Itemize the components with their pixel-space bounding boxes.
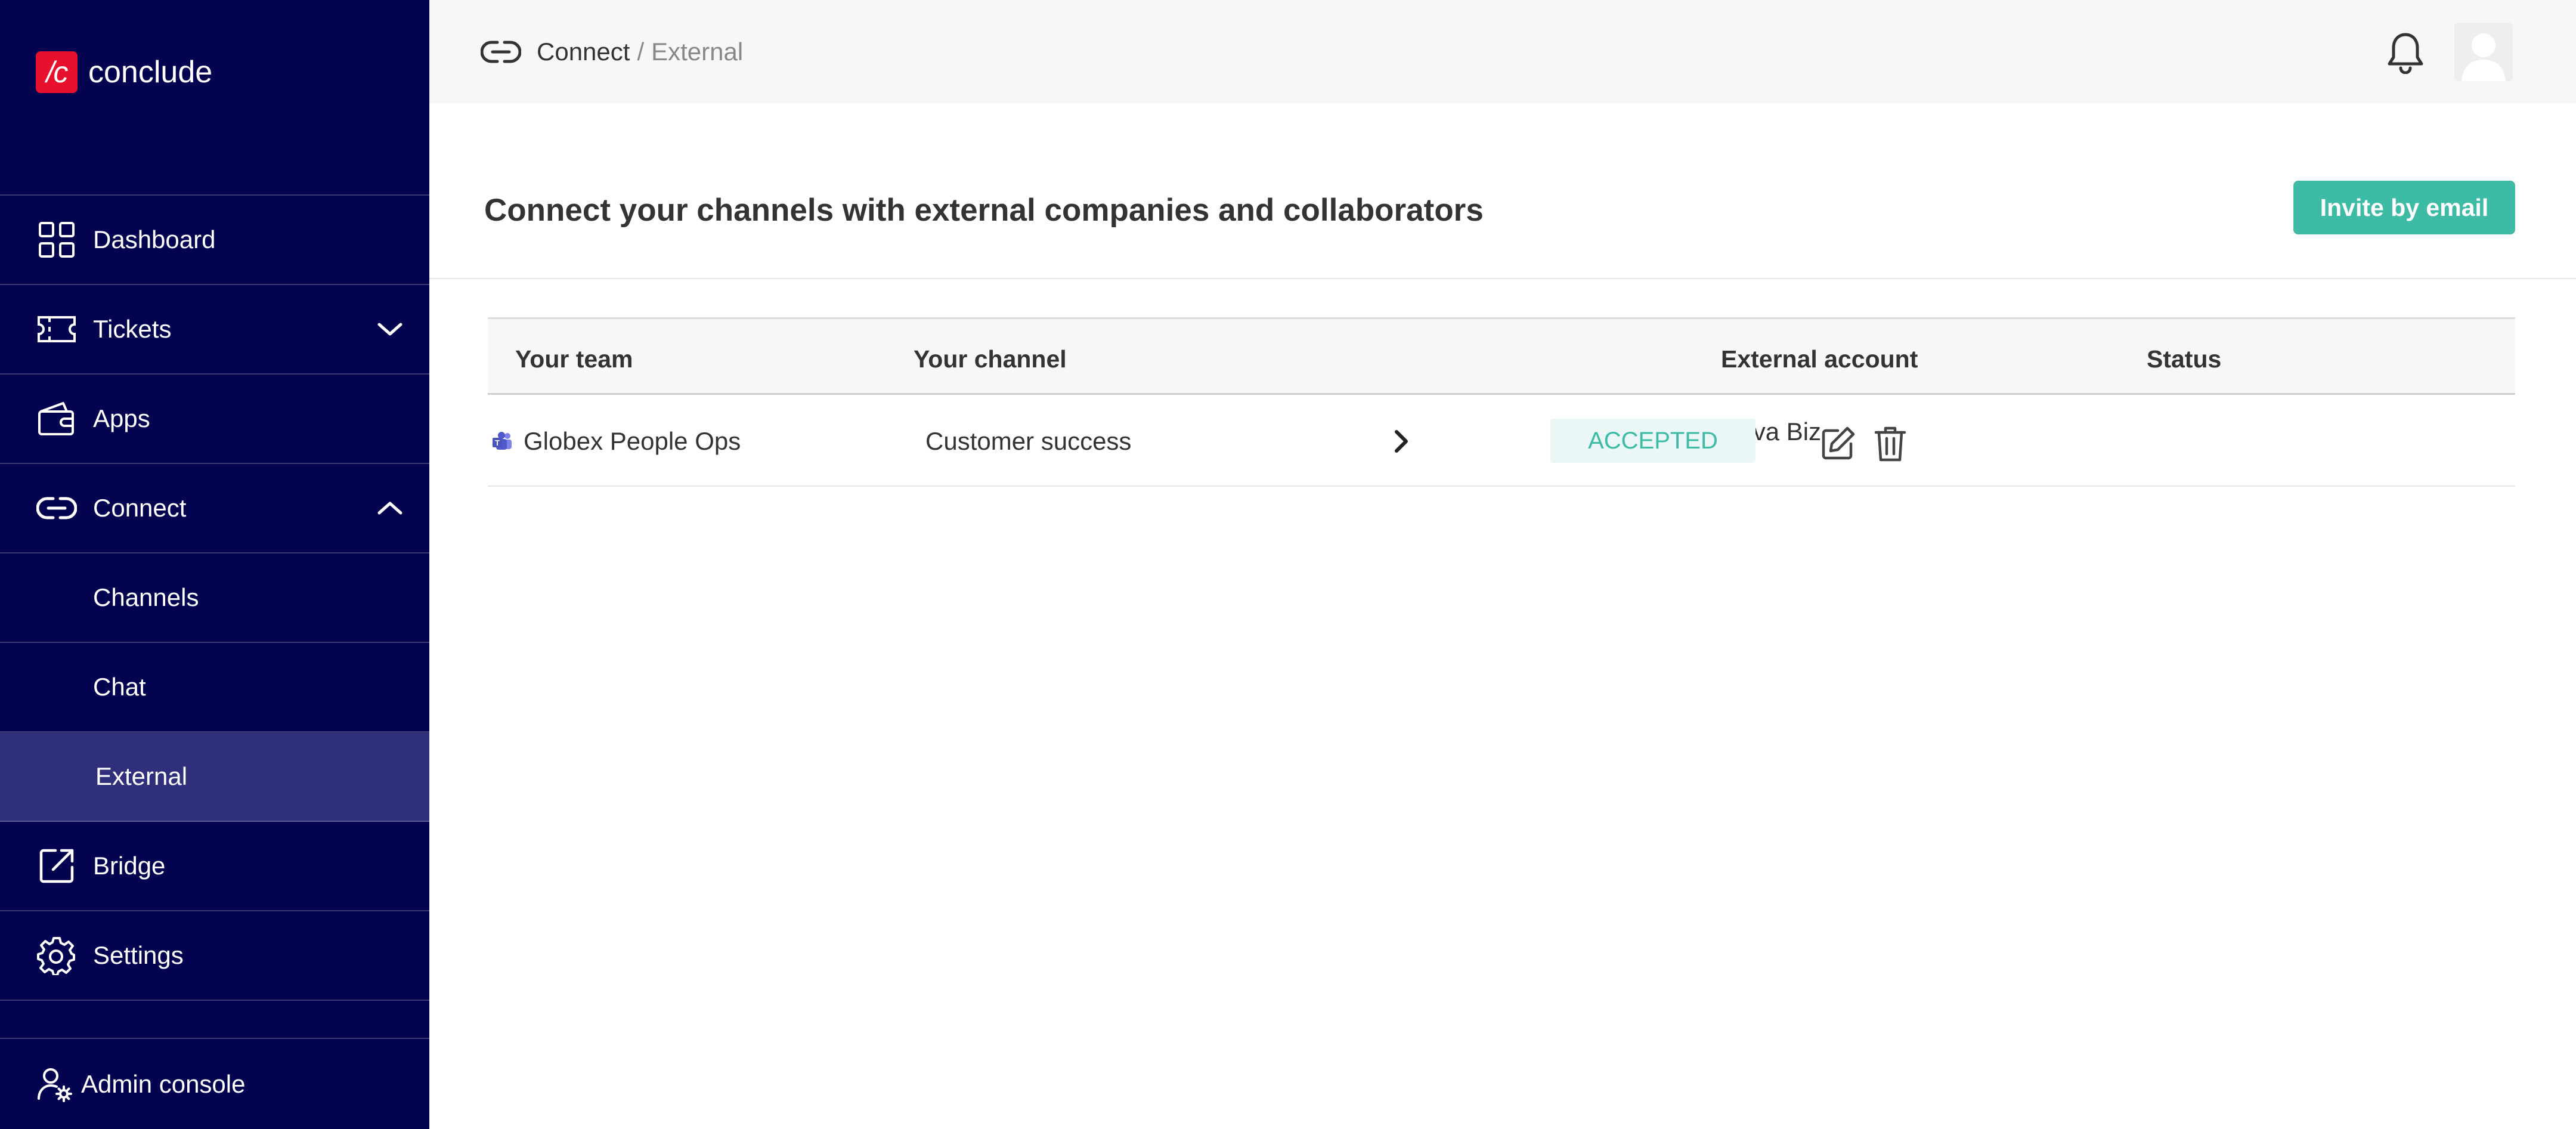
column-header-team: Your team (515, 345, 633, 373)
breadcrumb-section[interactable]: Connect (537, 38, 630, 66)
status-badge: ACCEPTED (1550, 419, 1755, 463)
column-header-channel: Your channel (914, 345, 1067, 373)
sidebar-item-label: Dashboard (93, 225, 216, 253)
chevron-up-icon[interactable] (376, 494, 404, 522)
sidebar-item-tickets[interactable]: Tickets (0, 285, 429, 375)
sidebar: /c conclude Dashboard Tickets Apps Conne… (0, 0, 429, 1129)
sidebar-item-label: External (95, 762, 188, 790)
logo-mark: /c (36, 51, 78, 93)
gear-icon (36, 935, 78, 976)
sidebar-item-settings[interactable]: Settings (0, 911, 429, 1001)
table-row[interactable]: T Globex People Ops Customer success Nov… (488, 395, 2515, 487)
grid-icon (36, 219, 78, 261)
brand-name: conclude (88, 55, 213, 89)
breadcrumb: Connect / External (481, 33, 743, 70)
trash-icon[interactable] (1871, 425, 1909, 463)
row-team: Globex People Ops (524, 427, 741, 455)
sidebar-item-label: Chat (93, 673, 146, 701)
top-bar: Connect / External (429, 0, 2576, 104)
table-header: Your team Your channel External account … (488, 317, 2515, 395)
notifications-bell-icon[interactable] (2383, 30, 2428, 75)
sidebar-item-admin-console[interactable]: Admin console (0, 1038, 429, 1129)
teams-icon: T (491, 431, 513, 452)
svg-text:T: T (495, 438, 500, 447)
sidebar-item-external[interactable]: External (0, 732, 429, 822)
chevron-down-icon[interactable] (376, 315, 404, 344)
link-icon (36, 487, 78, 529)
sidebar-item-connect[interactable]: Connect (0, 464, 429, 553)
sidebar-item-label: Connect (93, 494, 187, 522)
sidebar-item-label: Channels (93, 583, 199, 611)
breadcrumb-separator: / (637, 38, 645, 66)
section-divider (429, 278, 2576, 279)
link-icon (481, 37, 522, 67)
sidebar-item-channels[interactable]: Channels (0, 553, 429, 643)
sidebar-item-apps[interactable]: Apps (0, 375, 429, 464)
edit-icon[interactable] (1819, 425, 1857, 463)
column-header-external-account: External account (1721, 345, 1918, 373)
sidebar-item-label: Settings (93, 941, 184, 969)
sidebar-item-chat[interactable]: Chat (0, 643, 429, 732)
page-title: Connect your channels with external comp… (484, 192, 1484, 228)
user-gear-icon (33, 1063, 75, 1105)
column-header-status: Status (2147, 345, 2222, 373)
brand-logo[interactable]: /c conclude (36, 51, 212, 93)
row-channel: Customer success (925, 427, 1132, 455)
sidebar-item-dashboard[interactable]: Dashboard (0, 196, 429, 285)
avatar[interactable] (2454, 23, 2513, 81)
admin-console-label: Admin console (81, 1069, 246, 1098)
sidebar-item-bridge[interactable]: Bridge (0, 822, 429, 911)
sidebar-nav: Dashboard Tickets Apps Connect Channels … (0, 194, 429, 1001)
breadcrumb-page: External (651, 38, 744, 66)
chevron-right-icon[interactable] (1388, 427, 1414, 456)
sidebar-item-label: Apps (93, 404, 150, 432)
external-link-icon (36, 845, 78, 887)
invite-by-email-button[interactable]: Invite by email (2293, 181, 2515, 234)
sidebar-item-label: Tickets (93, 315, 172, 343)
wallet-icon (36, 398, 78, 440)
sidebar-item-label: Bridge (93, 852, 166, 880)
connections-table: Your team Your channel External account … (488, 317, 2515, 487)
ticket-icon (36, 308, 78, 350)
